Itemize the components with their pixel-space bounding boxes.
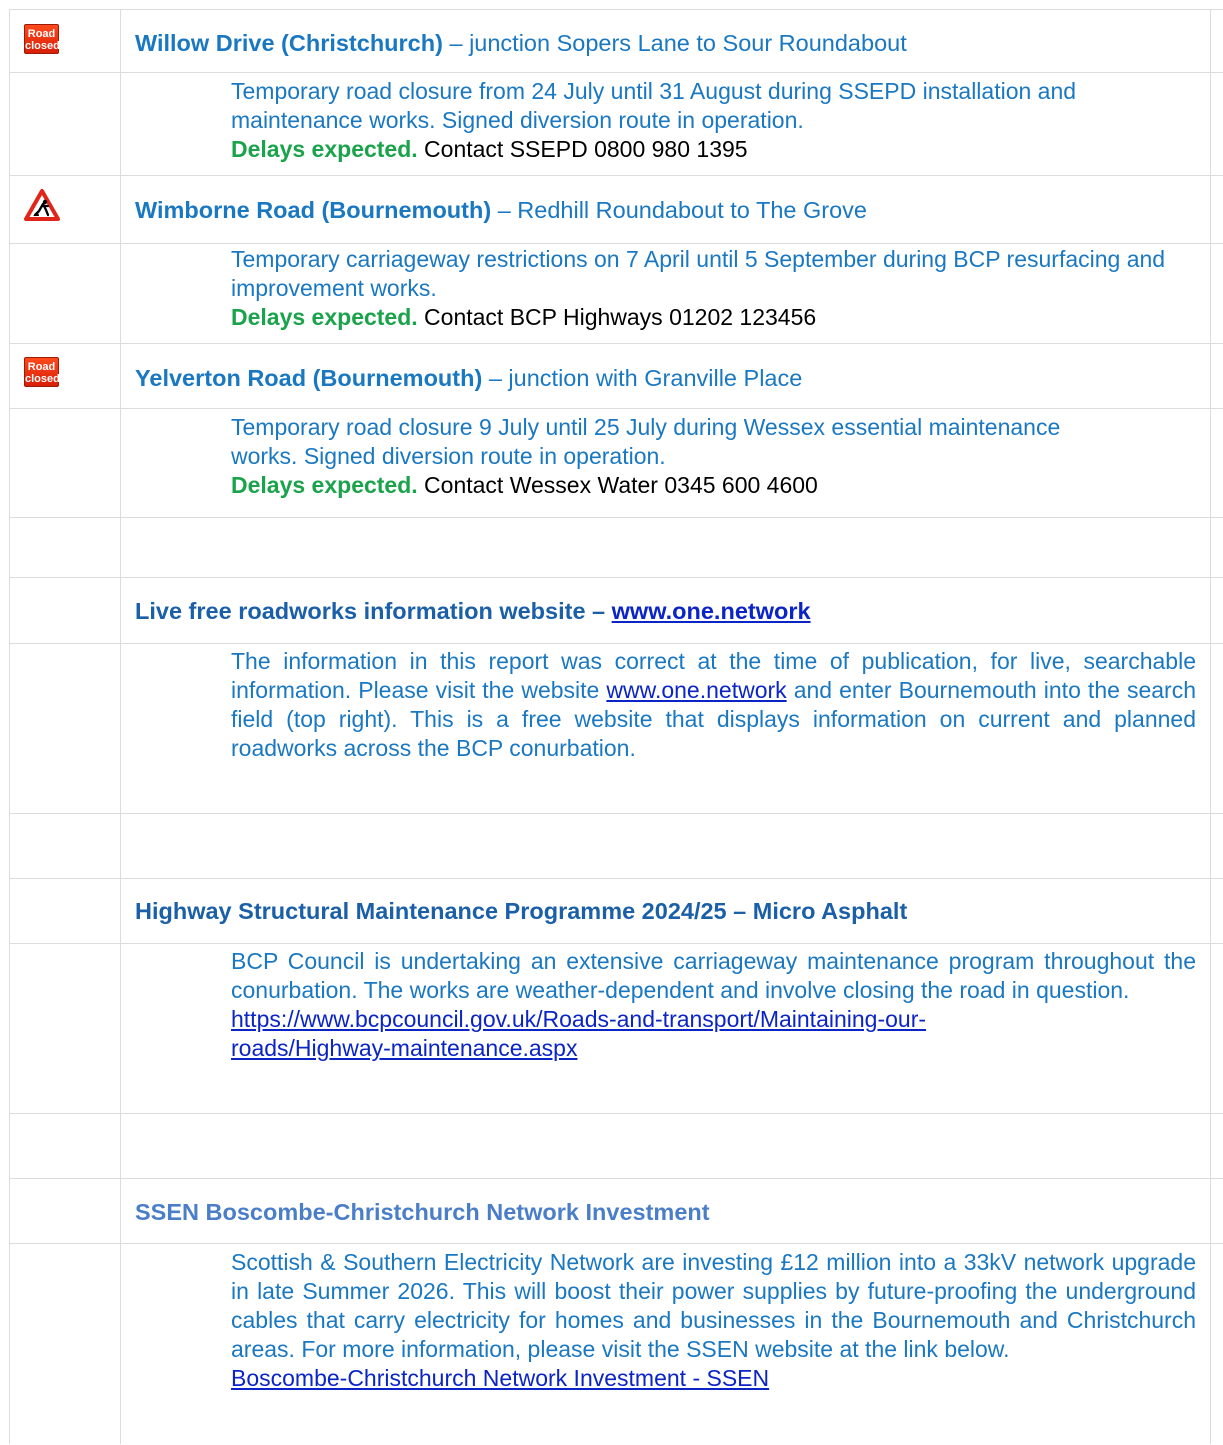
roadwork-heading: Wimborne Road (Bournemouth) – Redhill Ro… bbox=[135, 197, 867, 224]
delays-label: Delays expected. bbox=[231, 136, 418, 162]
section-text: BCP Council is undertaking an extensive … bbox=[231, 947, 1196, 1063]
description-text: Temporary road closure from 24 July unti… bbox=[231, 78, 1077, 133]
description-text: Temporary carriageway restrictions on 7 … bbox=[231, 246, 1166, 301]
section-heading: Live free roadworks information website … bbox=[135, 598, 811, 625]
road-name: Willow Drive (Christchurch) bbox=[135, 30, 443, 56]
one-network-link[interactable]: www.one.network bbox=[606, 677, 786, 703]
contact-text: Contact SSEPD 0800 980 1395 bbox=[417, 136, 748, 162]
roadworks-document: Road closed Willow Drive (Christchurch) … bbox=[0, 0, 1223, 1444]
section-text: Scottish & Southern Electricity Network … bbox=[231, 1248, 1196, 1393]
road-name: Yelverton Road (Bournemouth) bbox=[135, 365, 483, 391]
section-text-part: BCP Council is undertaking an extensive … bbox=[231, 948, 1196, 1003]
road-closed-sign-icon: Road closed bbox=[24, 357, 60, 387]
road-closed-sign-text: closed bbox=[25, 40, 60, 52]
section-text: The information in this report was corre… bbox=[231, 647, 1196, 763]
ssen-link[interactable]: Boscombe-Christchurch Network Investment… bbox=[231, 1365, 769, 1391]
road-name: Wimborne Road (Bournemouth) bbox=[135, 197, 492, 223]
road-closed-sign-icon: Road closed bbox=[24, 24, 60, 54]
delays-label: Delays expected. bbox=[231, 472, 418, 498]
contact-text: Contact BCP Highways 01202 123456 bbox=[417, 304, 817, 330]
section-heading: SSEN Boscombe-Christchurch Network Inves… bbox=[135, 1199, 710, 1225]
road-closed-sign-text: Road bbox=[27, 28, 56, 40]
road-location: – junction with Granville Place bbox=[482, 365, 803, 391]
roadworks-warning-sign-icon bbox=[24, 189, 60, 226]
section-heading: Highway Structural Maintenance Programme… bbox=[135, 898, 908, 924]
bcp-maintenance-link[interactable]: https://www.bcpcouncil.gov.uk/Roads-and-… bbox=[231, 1006, 926, 1032]
road-closed-sign-text: Road bbox=[27, 361, 56, 373]
description-text: Temporary road closure 9 July until 25 J… bbox=[231, 414, 1061, 469]
contact-text: Contact Wessex Water 0345 600 4600 bbox=[417, 472, 818, 498]
road-location: – Redhill Roundabout to The Grove bbox=[491, 197, 867, 223]
road-closed-sign-text: closed bbox=[25, 373, 60, 385]
roadwork-heading: Willow Drive (Christchurch) – junction S… bbox=[135, 30, 907, 57]
roadwork-description: Temporary road closure from 24 July unti… bbox=[231, 77, 1196, 164]
road-location: – junction Sopers Lane to Sour Roundabou… bbox=[442, 30, 907, 56]
delays-label: Delays expected. bbox=[231, 304, 418, 330]
table-row bbox=[9, 813, 1223, 879]
roadwork-description: Temporary carriageway restrictions on 7 … bbox=[231, 245, 1206, 332]
roadwork-heading: Yelverton Road (Bournemouth) – junction … bbox=[135, 365, 802, 392]
column-divider bbox=[1210, 9, 1211, 1444]
section-text-part: Scottish & Southern Electricity Network … bbox=[231, 1249, 1196, 1362]
bcp-maintenance-link[interactable]: roads/Highway-maintenance.aspx bbox=[231, 1035, 577, 1061]
table-row bbox=[9, 1113, 1223, 1179]
one-network-link[interactable]: www.one.network bbox=[612, 598, 811, 624]
column-divider bbox=[120, 9, 121, 1444]
table-row bbox=[9, 517, 1223, 578]
section-heading-text: Live free roadworks information website … bbox=[135, 598, 612, 624]
roadwork-description: Temporary road closure 9 July until 25 J… bbox=[231, 413, 1131, 500]
column-divider bbox=[9, 9, 10, 1444]
